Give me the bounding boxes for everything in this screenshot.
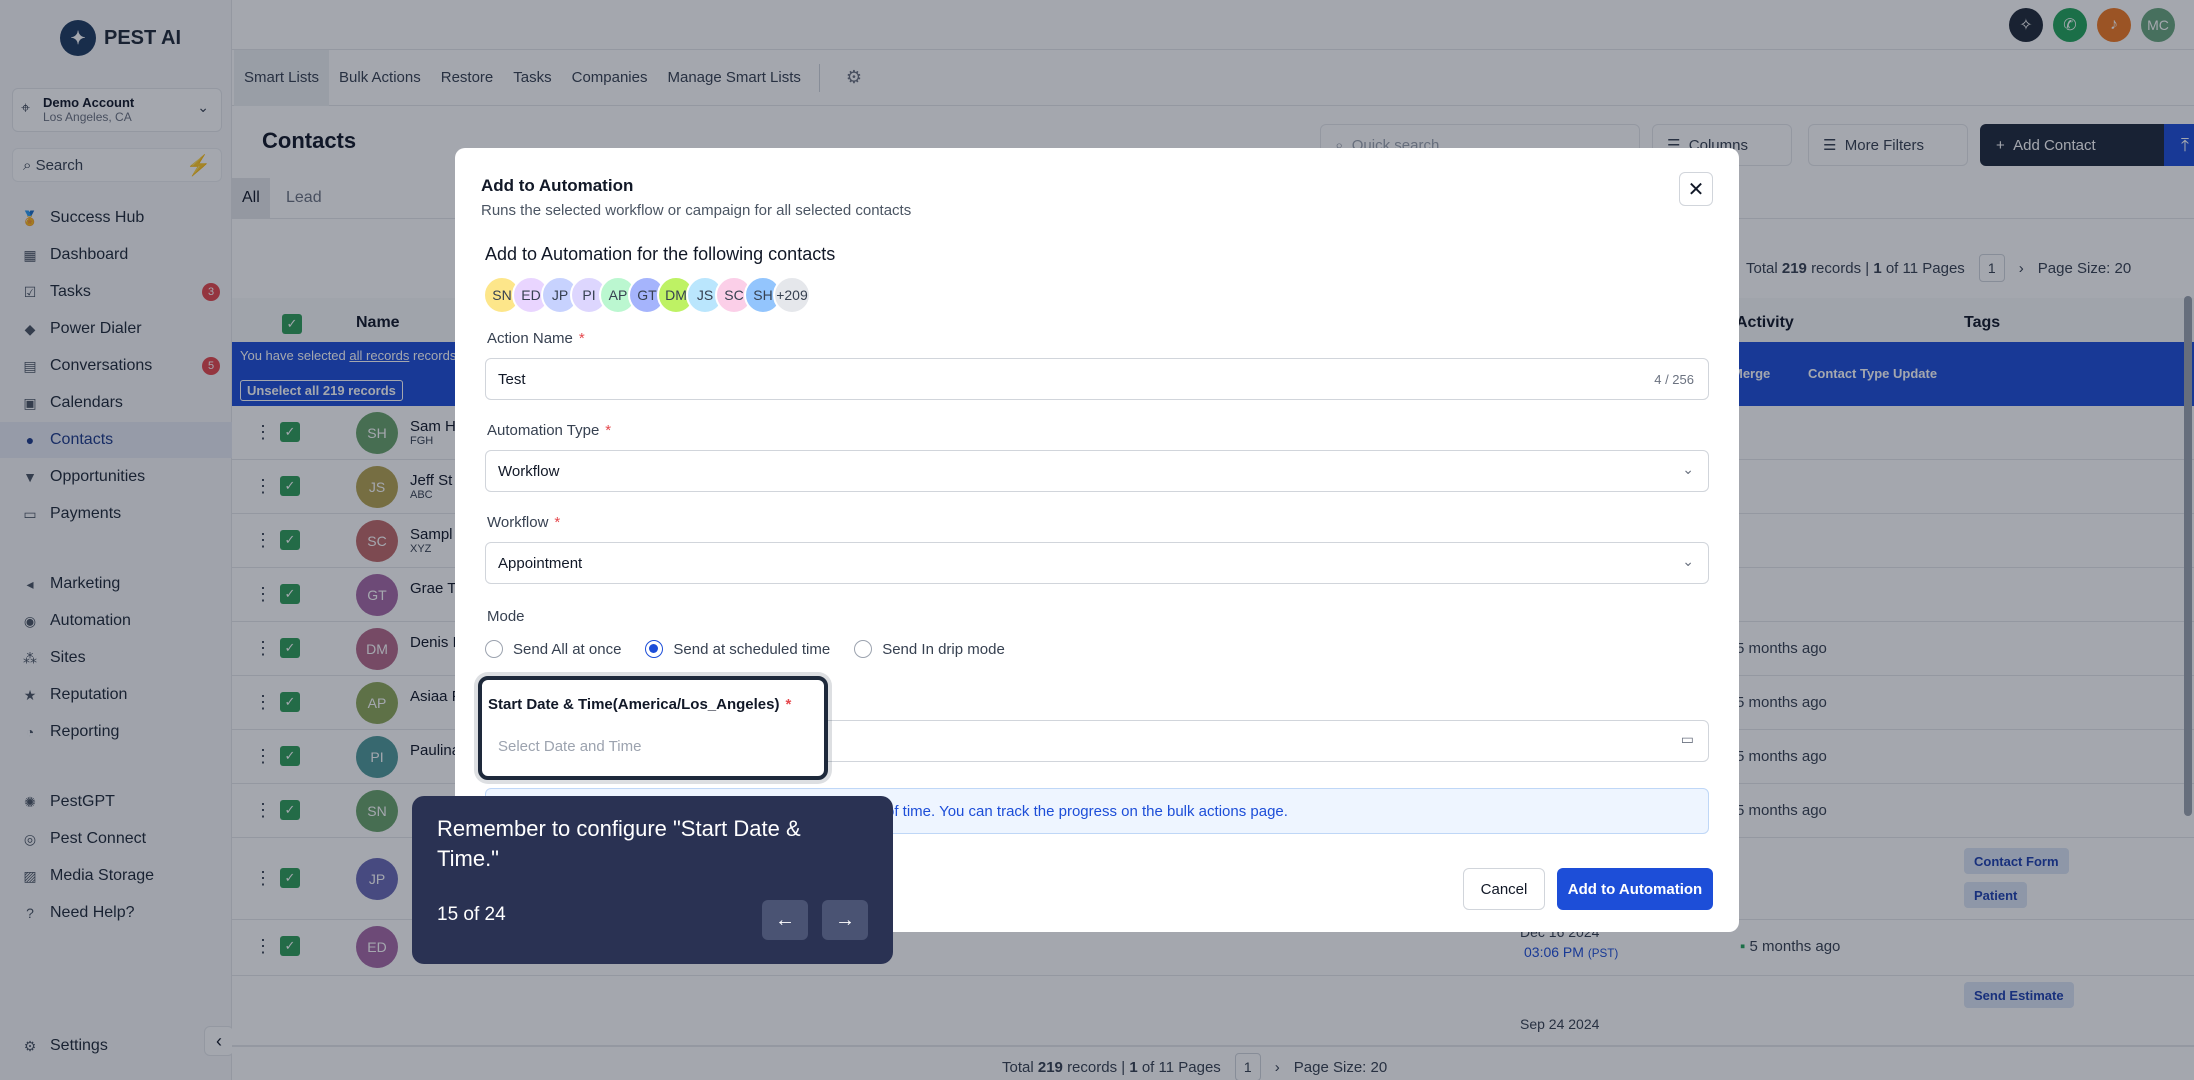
- radio-drip[interactable]: [854, 640, 873, 658]
- automation-type-label-text: Automation Type: [487, 422, 600, 439]
- start-date-placeholder: Select Date and Time: [498, 738, 642, 755]
- action-name-label-text: Action Name: [487, 330, 573, 347]
- radio-send-all[interactable]: [485, 640, 503, 658]
- automation-type-select[interactable]: Workflow ⌄: [485, 450, 1709, 492]
- mode-label: Mode: [487, 608, 525, 625]
- chevron-down-icon: ⌄: [1682, 461, 1694, 477]
- calendar-icon: ▭: [1680, 731, 1694, 747]
- more-contacts-count: +209: [773, 276, 811, 314]
- character-counter: 4 / 256: [1654, 372, 1694, 387]
- modal-subtitle: Runs the selected workflow or campaign f…: [481, 202, 912, 219]
- action-name-value: Test: [498, 371, 526, 388]
- workflow-label: Workflow *: [487, 514, 560, 531]
- workflow-select[interactable]: Appointment ⌄: [485, 542, 1709, 584]
- tooltip-step-counter: 15 of 24: [437, 904, 506, 925]
- automation-type-label: Automation Type *: [487, 422, 611, 439]
- action-name-input[interactable]: Test 4 / 256: [485, 358, 1709, 400]
- radio-label: Send at scheduled time: [673, 640, 831, 658]
- radio-label: Send In drip mode: [882, 640, 1005, 658]
- arrow-right-icon[interactable]: →: [822, 900, 868, 940]
- start-date-spotlight[interactable]: Start Date & Time(America/Los_Angeles) * …: [478, 676, 828, 780]
- required-asterisk: *: [605, 422, 612, 439]
- contacts-section-title: Add to Automation for the following cont…: [485, 244, 836, 264]
- required-asterisk: *: [554, 514, 561, 531]
- required-asterisk: *: [578, 330, 585, 347]
- workflow-value: Appointment: [498, 555, 583, 572]
- start-date-label: Start Date & Time(America/Los_Angeles) *: [488, 696, 791, 713]
- radio-label: Send All at once: [513, 640, 622, 658]
- arrow-left-icon[interactable]: ←: [762, 900, 808, 940]
- modal-title: Add to Automation: [481, 176, 634, 195]
- required-asterisk: *: [785, 696, 792, 713]
- tour-tooltip: Remember to configure "Start Date & Time…: [412, 796, 893, 964]
- workflow-label-text: Workflow: [487, 514, 549, 531]
- automation-type-value: Workflow: [498, 463, 560, 480]
- cancel-button[interactable]: Cancel: [1463, 868, 1545, 910]
- radio-scheduled[interactable]: [645, 640, 664, 658]
- close-icon[interactable]: ✕: [1679, 172, 1713, 206]
- chevron-down-icon: ⌄: [1682, 553, 1694, 569]
- tooltip-text: Remember to configure "Start Date & Time…: [437, 816, 801, 871]
- action-name-label: Action Name *: [487, 330, 585, 347]
- add-to-automation-button[interactable]: Add to Automation: [1557, 868, 1713, 910]
- mode-radio-group: Send All at once Send at scheduled time …: [485, 640, 1005, 658]
- start-date-label-text: Start Date & Time(America/Los_Angeles): [488, 696, 780, 713]
